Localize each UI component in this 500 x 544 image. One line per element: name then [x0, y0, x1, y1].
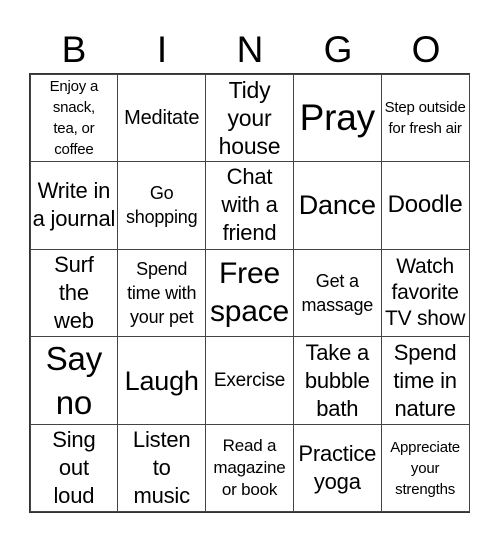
cell-text: Surf the web: [54, 251, 94, 333]
cell-text: Appreciate your strengths: [390, 438, 460, 498]
cell-text: Write in a journal: [32, 178, 116, 232]
bingo-cell-r3c2[interactable]: Spend time with your pet: [117, 248, 207, 338]
bingo-cell-r4c1[interactable]: Say no: [29, 336, 119, 425]
bingo-cell-r3c5[interactable]: Watch favorite TV show: [380, 248, 470, 338]
bingo-cell-r2c3[interactable]: Chat with a friend: [205, 161, 294, 250]
header-letter-n: N: [236, 29, 264, 70]
bingo-cell-r5c3[interactable]: Read a magazine or book: [205, 423, 294, 513]
bingo-cell-r1c5[interactable]: Step outside for fresh air: [380, 73, 470, 163]
cell-text: Meditate: [124, 106, 200, 129]
bingo-cell-r3c1[interactable]: Surf the web: [29, 248, 119, 338]
bingo-card-grid: Enjoy a snack, tea, or coffee Meditate T…: [29, 73, 470, 513]
cell-text: Watch favorite TV show: [384, 254, 466, 330]
cell-text: Tidy your house: [218, 76, 281, 159]
bingo-cell-r4c2[interactable]: Laugh: [117, 336, 207, 425]
bingo-cell-r1c4[interactable]: Pray: [292, 73, 382, 163]
bingo-cell-r2c2[interactable]: Go shopping: [117, 161, 207, 250]
bingo-cell-r3c4[interactable]: Get a massage: [292, 248, 382, 338]
cell-text: Laugh: [124, 365, 199, 396]
bingo-cell-r4c5[interactable]: Spend time in nature: [380, 336, 470, 425]
bingo-cell-r4c3[interactable]: Exercise: [205, 336, 294, 425]
bingo-cell-r2c4[interactable]: Dance: [292, 161, 382, 250]
bingo-cell-r5c1[interactable]: Sing out loud: [29, 423, 119, 513]
cell-text: Free space: [209, 256, 290, 328]
bingo-cell-r3c3[interactable]: Free space: [205, 248, 294, 338]
cell-text: Dance: [298, 190, 376, 221]
cell-text: Listen to music: [132, 427, 191, 509]
cell-text: Step outside for fresh air: [384, 98, 466, 137]
cell-text: Sing out loud: [52, 427, 96, 509]
bingo-cell-r5c2[interactable]: Listen to music: [117, 423, 207, 513]
cell-text: Enjoy a snack, tea, or coffee: [49, 77, 99, 158]
bingo-cell-r1c1[interactable]: Enjoy a snack, tea, or coffee: [29, 73, 119, 163]
cell-text: Take a bubble bath: [304, 339, 370, 421]
bingo-cell-r1c3[interactable]: Tidy your house: [205, 73, 294, 163]
header-letter-g: G: [323, 29, 353, 70]
header-letter-b: B: [61, 29, 87, 70]
cell-text: Chat with a friend: [221, 164, 278, 246]
cell-text: Spend time with your pet: [127, 258, 197, 327]
cell-text: Pray: [299, 96, 375, 138]
bingo-cell-r1c2[interactable]: Meditate: [117, 73, 207, 163]
bingo-cell-r4c4[interactable]: Take a bubble bath: [292, 336, 382, 425]
cell-text: Go shopping: [125, 183, 198, 228]
bingo-header: B I N G O: [30, 28, 470, 72]
cell-text: Read a magazine or book: [213, 436, 286, 500]
bingo-cell-r2c1[interactable]: Write in a journal: [29, 161, 119, 250]
header-letter-i: I: [156, 29, 168, 70]
header-letter-o: O: [411, 29, 441, 70]
bingo-cell-r5c5[interactable]: Appreciate your strengths: [380, 423, 470, 513]
cell-text: Get a massage: [301, 270, 374, 315]
cell-text: Spend time in nature: [393, 339, 457, 421]
bingo-cell-r2c5[interactable]: Doodle: [380, 161, 470, 250]
cell-text: Doodle: [387, 191, 463, 219]
cell-text: Exercise: [213, 369, 286, 391]
bingo-cell-r5c4[interactable]: Practice yoga: [292, 423, 382, 513]
cell-text: Say no: [45, 339, 103, 421]
cell-text: Practice yoga: [298, 441, 377, 495]
